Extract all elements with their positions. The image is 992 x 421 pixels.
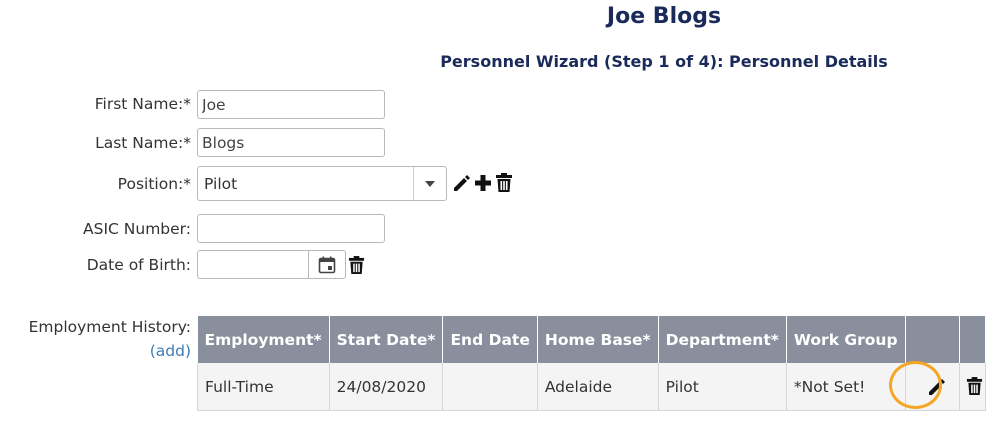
last-name-field[interactable] — [197, 128, 385, 157]
trash-icon[interactable] — [495, 173, 513, 193]
table-header-row: Employment* Start Date* End Date Home Ba… — [197, 316, 986, 363]
cell-start-date: 24/08/2020 — [329, 363, 444, 411]
edit-highlight-ring — [889, 361, 942, 409]
column-header-work-group[interactable]: Work Group — [786, 316, 906, 363]
last-name-label: Last Name:* — [95, 134, 191, 152]
asic-number-label: ASIC Number: — [83, 220, 191, 238]
position-select-value: Pilot — [204, 175, 238, 193]
column-header-home-base[interactable]: Home Base* — [537, 316, 659, 363]
asic-number-field[interactable] — [197, 214, 385, 243]
column-header-delete — [959, 316, 986, 363]
column-header-end-date[interactable]: End Date — [442, 316, 538, 363]
trash-icon[interactable] — [966, 377, 983, 396]
cell-work-group: *Not Set! — [786, 363, 906, 411]
position-label: Position:* — [117, 175, 191, 193]
column-header-department[interactable]: Department* — [658, 316, 787, 363]
column-header-employment[interactable]: Employment* — [197, 316, 330, 363]
first-name-field[interactable] — [197, 90, 385, 119]
cell-end-date — [442, 363, 538, 411]
add-employment-link[interactable]: (add) — [150, 342, 191, 360]
table-row: Full-Time 24/08/2020 Adelaide Pilot *Not… — [197, 363, 986, 411]
date-of-birth-label: Date of Birth: — [86, 256, 191, 274]
cell-home-base: Adelaide — [537, 363, 659, 411]
column-header-start-date[interactable]: Start Date* — [329, 316, 444, 363]
date-of-birth-field[interactable] — [197, 250, 309, 279]
cell-delete — [959, 363, 986, 411]
pencil-icon[interactable] — [451, 173, 471, 193]
calendar-button[interactable] — [308, 250, 346, 279]
first-name-label: First Name:* — [94, 95, 191, 113]
cell-department: Pilot — [658, 363, 787, 411]
cell-employment: Full-Time — [197, 363, 330, 411]
employment-history-label: Employment History: — [28, 318, 191, 336]
plus-icon[interactable] — [473, 173, 493, 193]
calendar-icon — [318, 256, 336, 274]
employment-history-table: Employment* Start Date* End Date Home Ba… — [197, 316, 986, 411]
position-select[interactable]: Pilot — [197, 166, 447, 201]
trash-icon[interactable] — [348, 256, 365, 275]
page-title: Joe Blogs — [606, 4, 722, 29]
column-header-edit — [905, 316, 961, 363]
position-dropdown-button[interactable] — [413, 167, 446, 200]
chevron-down-icon — [425, 181, 435, 187]
wizard-step-title: Personnel Wizard (Step 1 of 4): Personne… — [440, 52, 888, 71]
